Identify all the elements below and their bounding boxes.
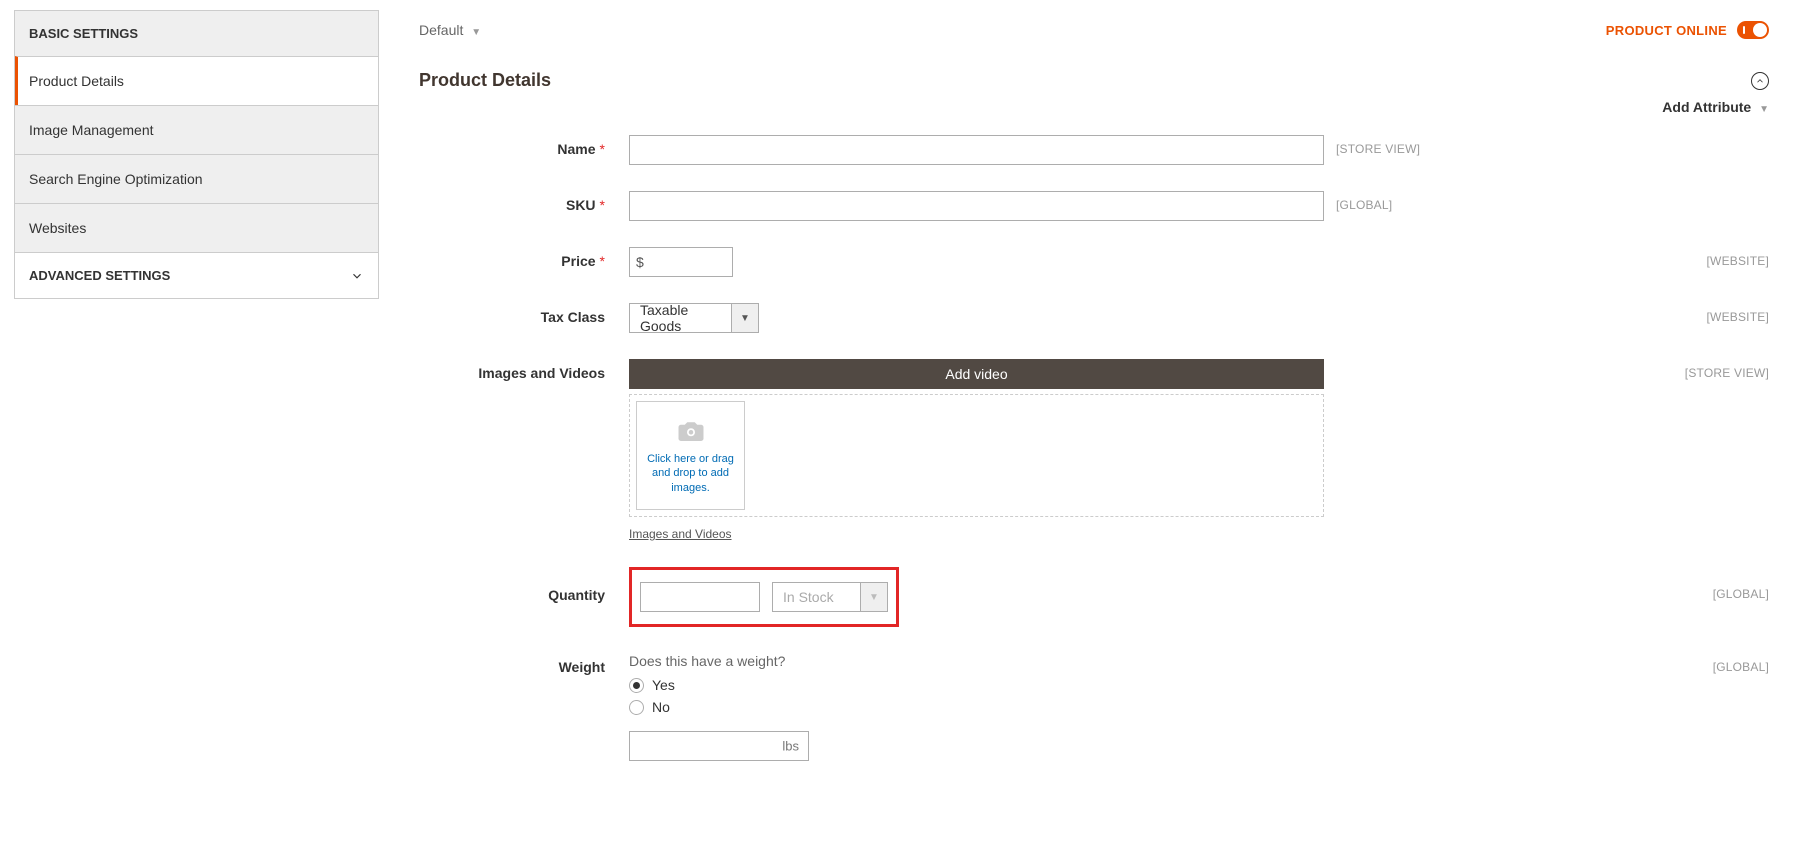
camera-icon — [672, 416, 710, 446]
advanced-settings-label: ADVANCED SETTINGS — [29, 268, 170, 283]
tax-class-select[interactable]: Taxable Goods ▼ — [629, 303, 759, 333]
product-online-toggle[interactable] — [1737, 21, 1769, 39]
caret-down-icon: ▼ — [471, 27, 481, 38]
price-input[interactable] — [629, 247, 733, 277]
image-upload-hint: Click here or drag and drop to add image… — [643, 452, 738, 495]
scope-badge: [GLOBAL] — [1713, 653, 1769, 674]
product-online-label: PRODUCT ONLINE — [1606, 23, 1727, 38]
tax-class-label: Tax Class — [541, 309, 605, 325]
price-label: Price — [561, 253, 595, 269]
scope-badge: [GLOBAL] — [1336, 191, 1392, 212]
scope-badge: [GLOBAL] — [1713, 567, 1769, 601]
image-upload-placeholder[interactable]: Click here or drag and drop to add image… — [636, 401, 745, 510]
tax-class-value: Taxable Goods — [629, 303, 731, 333]
scope-label: Default — [419, 22, 463, 38]
add-attribute-label: Add Attribute — [1662, 99, 1751, 115]
scope-badge: [WEBSITE] — [1707, 303, 1769, 324]
images-drop-zone[interactable]: Click here or drag and drop to add image… — [629, 394, 1324, 517]
weight-yes-label: Yes — [652, 677, 675, 693]
scope-badge: [STORE VIEW] — [1685, 359, 1769, 380]
name-label: Name — [557, 141, 595, 157]
stock-status-value: In Stock — [772, 582, 860, 612]
advanced-settings-header[interactable]: ADVANCED SETTINGS — [15, 253, 378, 298]
quantity-highlight-box: In Stock ▼ — [629, 567, 899, 627]
weight-question: Does this have a weight? — [629, 653, 809, 669]
scope-badge: [WEBSITE] — [1707, 247, 1769, 268]
select-caret-button[interactable]: ▼ — [731, 303, 759, 333]
select-caret-button[interactable]: ▼ — [860, 582, 888, 612]
weight-radio-yes[interactable] — [629, 678, 644, 693]
chevron-down-icon — [350, 269, 364, 283]
weight-radio-no[interactable] — [629, 700, 644, 715]
sidebar-item-seo[interactable]: Search Engine Optimization — [15, 154, 378, 203]
caret-down-icon: ▼ — [1759, 104, 1769, 115]
quantity-label: Quantity — [548, 587, 605, 603]
currency-symbol: $ — [636, 254, 644, 270]
collapse-section-button[interactable] — [1751, 72, 1769, 90]
stock-status-select[interactable]: In Stock ▼ — [772, 582, 888, 612]
sidebar-item-product-details[interactable]: Product Details — [15, 56, 378, 105]
add-attribute-button[interactable]: Add Attribute ▼ — [1662, 99, 1769, 115]
scope-badge: [STORE VIEW] — [1336, 135, 1420, 156]
weight-unit: lbs — [782, 739, 799, 754]
add-video-button[interactable]: Add video — [629, 359, 1324, 389]
caret-down-icon: ▼ — [740, 313, 750, 324]
sidebar-item-image-management[interactable]: Image Management — [15, 105, 378, 154]
name-input[interactable] — [629, 135, 1324, 165]
caret-down-icon: ▼ — [869, 592, 879, 603]
sku-input[interactable] — [629, 191, 1324, 221]
chevron-up-icon — [1755, 76, 1765, 86]
images-and-videos-link[interactable]: Images and Videos — [629, 527, 1324, 541]
weight-label: Weight — [559, 659, 605, 675]
weight-no-label: No — [652, 699, 670, 715]
sidebar-item-websites[interactable]: Websites — [15, 203, 378, 252]
scope-switcher[interactable]: Default ▼ — [419, 22, 481, 38]
section-title: Product Details — [419, 70, 551, 91]
basic-settings-header: BASIC SETTINGS — [15, 11, 378, 56]
quantity-input[interactable] — [640, 582, 760, 612]
sku-label: SKU — [566, 197, 596, 213]
images-label: Images and Videos — [478, 365, 605, 381]
